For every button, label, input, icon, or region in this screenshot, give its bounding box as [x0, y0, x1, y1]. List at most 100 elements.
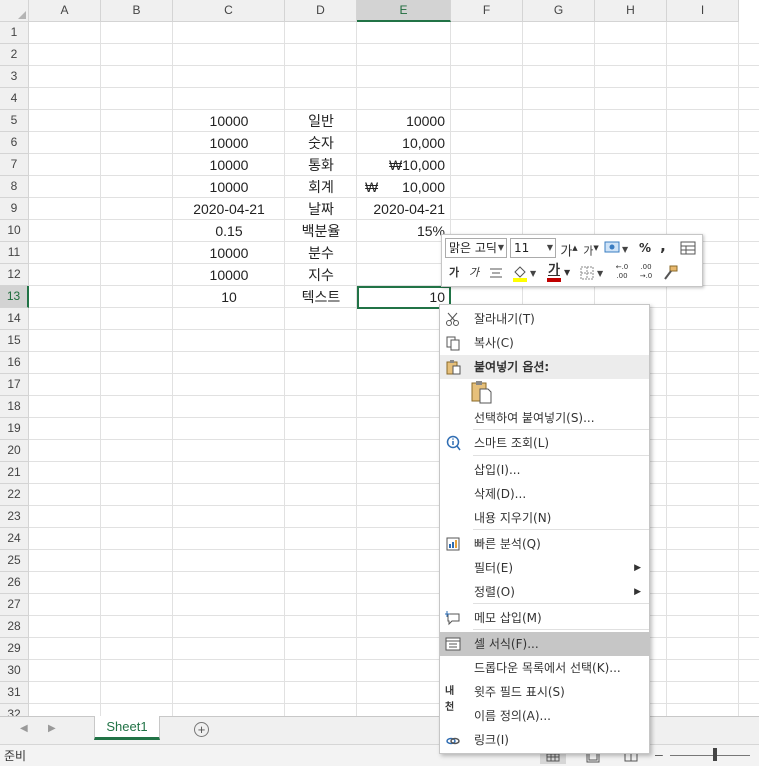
center-align-button[interactable] — [486, 263, 506, 283]
cell-d13[interactable]: 텍스트 — [285, 286, 357, 308]
row-header-25[interactable]: 25 — [0, 550, 29, 572]
cell-d11[interactable]: 분수 — [285, 242, 357, 264]
cell-c7[interactable]: 10000 — [173, 154, 285, 176]
prev-sheet-arrow-icon[interactable]: ◀ — [20, 723, 28, 734]
next-sheet-arrow-icon[interactable]: ▶ — [48, 723, 56, 734]
cell-e7[interactable]: ₩10,000 — [357, 154, 451, 176]
row-header-30[interactable]: 30 — [0, 660, 29, 682]
cell-d6[interactable]: 숫자 — [285, 132, 357, 154]
row-header-9[interactable]: 9 — [0, 198, 29, 220]
row-header-19[interactable]: 19 — [0, 418, 29, 440]
active-cell-selection[interactable] — [357, 286, 451, 309]
italic-button[interactable]: 가 — [466, 263, 482, 283]
row-header-21[interactable]: 21 — [0, 462, 29, 484]
row-header-7[interactable]: 7 — [0, 154, 29, 176]
column-header-h[interactable]: H — [595, 0, 667, 22]
row-header-18[interactable]: 18 — [0, 396, 29, 418]
row-header-5[interactable]: 5 — [0, 110, 29, 132]
cell-e10[interactable]: 15% — [357, 220, 451, 242]
cell-d9[interactable]: 날짜 — [285, 198, 357, 220]
shrink-font-button[interactable]: 가▼ — [582, 238, 600, 258]
menu-item-8[interactable]: 빠른 분석(Q) — [440, 532, 649, 556]
borders-button[interactable]: ▼ — [578, 263, 606, 283]
zoom-slider-track[interactable] — [670, 755, 750, 756]
menu-item-14[interactable]: 내천 윗주 필드 표시(S) — [440, 680, 649, 713]
row-header-24[interactable]: 24 — [0, 528, 29, 550]
paste-option-clipboard-icon[interactable] — [470, 380, 494, 407]
menu-item-11[interactable]: 메모 삽입(M) — [440, 606, 649, 630]
menu-item-7[interactable]: 내용 지우기(N) — [440, 506, 649, 530]
fill-color-button[interactable]: ▼ — [510, 263, 538, 283]
column-header-a[interactable]: A — [29, 0, 101, 22]
decrease-decimal-button[interactable]: .00 →.0 — [634, 263, 658, 283]
menu-item-0[interactable]: 잘라내기(T) — [440, 307, 649, 331]
row-header-8[interactable]: 8 — [0, 176, 29, 198]
zoom-out-icon[interactable]: – — [655, 746, 663, 762]
percent-style-button[interactable]: % — [637, 238, 653, 258]
cell-d8[interactable]: 회계 — [285, 176, 357, 198]
column-header-g[interactable]: G — [523, 0, 595, 22]
bold-button[interactable]: 가 — [446, 263, 462, 283]
row-header-16[interactable]: 16 — [0, 352, 29, 374]
menu-item-1[interactable]: 복사(C) — [440, 331, 649, 355]
row-header-2[interactable]: 2 — [0, 44, 29, 66]
row-header-23[interactable]: 23 — [0, 506, 29, 528]
row-header-10[interactable]: 10 — [0, 220, 29, 242]
cell-c6[interactable]: 10000 — [173, 132, 285, 154]
cell-e6[interactable]: 10,000 — [357, 132, 451, 154]
cell-d10[interactable]: 백분율 — [285, 220, 357, 242]
cell-d7[interactable]: 통화 — [285, 154, 357, 176]
menu-item-10[interactable]: 정렬(O) ▶ — [440, 580, 649, 604]
zoom-slider-thumb[interactable] — [713, 748, 717, 761]
row-header-15[interactable]: 15 — [0, 330, 29, 352]
row-header-32[interactable]: 32 — [0, 704, 29, 716]
cell-c9[interactable]: 2020-04-21 — [173, 198, 285, 220]
grow-font-button[interactable]: 가▲ — [560, 238, 578, 259]
row-header-13[interactable]: 13 — [0, 286, 29, 308]
column-header-c[interactable]: C — [173, 0, 285, 22]
font-color-button[interactable]: 가 ▼ — [544, 263, 572, 283]
cell-c11[interactable]: 10000 — [173, 242, 285, 264]
cell-e5[interactable]: 10000 — [357, 110, 451, 132]
column-header-f[interactable]: F — [451, 0, 523, 22]
row-header-31[interactable]: 31 — [0, 682, 29, 704]
select-all-corner[interactable] — [0, 0, 29, 22]
comma-style-button[interactable]: , — [656, 236, 670, 256]
cell-c5[interactable]: 10000 — [173, 110, 285, 132]
format-painter-button[interactable] — [660, 263, 680, 283]
cell-d12[interactable]: 지수 — [285, 264, 357, 286]
number-format-button[interactable]: ▼ — [602, 238, 632, 258]
menu-item-12[interactable]: 셀 서식(F)... — [440, 632, 649, 656]
cell-c10[interactable]: 0.15 — [173, 220, 285, 242]
menu-item-3[interactable]: 선택하여 붙여넣기(S)... — [440, 406, 649, 430]
menu-item-4[interactable]: 스마트 조회(L) — [440, 431, 649, 455]
row-header-3[interactable]: 3 — [0, 66, 29, 88]
row-header-6[interactable]: 6 — [0, 132, 29, 154]
row-header-29[interactable]: 29 — [0, 638, 29, 660]
menu-item-13[interactable]: 드롭다운 목록에서 선택(K)... — [440, 656, 649, 680]
column-header-i[interactable]: I — [667, 0, 739, 22]
row-header-4[interactable]: 4 — [0, 88, 29, 110]
sheet-tab-sheet1[interactable]: Sheet1 — [94, 716, 160, 740]
row-header-22[interactable]: 22 — [0, 484, 29, 506]
menu-item-5[interactable]: 삽입(I)... — [440, 458, 649, 482]
row-header-20[interactable]: 20 — [0, 440, 29, 462]
row-header-27[interactable]: 27 — [0, 594, 29, 616]
cell-c13[interactable]: 10 — [173, 286, 285, 308]
row-header-12[interactable]: 12 — [0, 264, 29, 286]
row-header-11[interactable]: 11 — [0, 242, 29, 264]
menu-item-15[interactable]: 이름 정의(A)... — [440, 704, 649, 728]
row-header-1[interactable]: 1 — [0, 22, 29, 44]
format-table-button[interactable] — [678, 238, 698, 258]
row-header-17[interactable]: 17 — [0, 374, 29, 396]
cell-e9[interactable]: 2020-04-21 — [357, 198, 451, 220]
menu-item-9[interactable]: 필터(E) ▶ — [440, 556, 649, 580]
font-size-box[interactable]: 11 ▼ — [510, 238, 556, 258]
row-header-14[interactable]: 14 — [0, 308, 29, 330]
cell-c12[interactable]: 10000 — [173, 264, 285, 286]
column-header-d[interactable]: D — [285, 0, 357, 22]
menu-item-16[interactable]: 링크(I) — [440, 728, 649, 752]
column-header-e[interactable]: E — [357, 0, 451, 22]
cell-c8[interactable]: 10000 — [173, 176, 285, 198]
add-sheet-icon[interactable]: + — [194, 722, 209, 737]
